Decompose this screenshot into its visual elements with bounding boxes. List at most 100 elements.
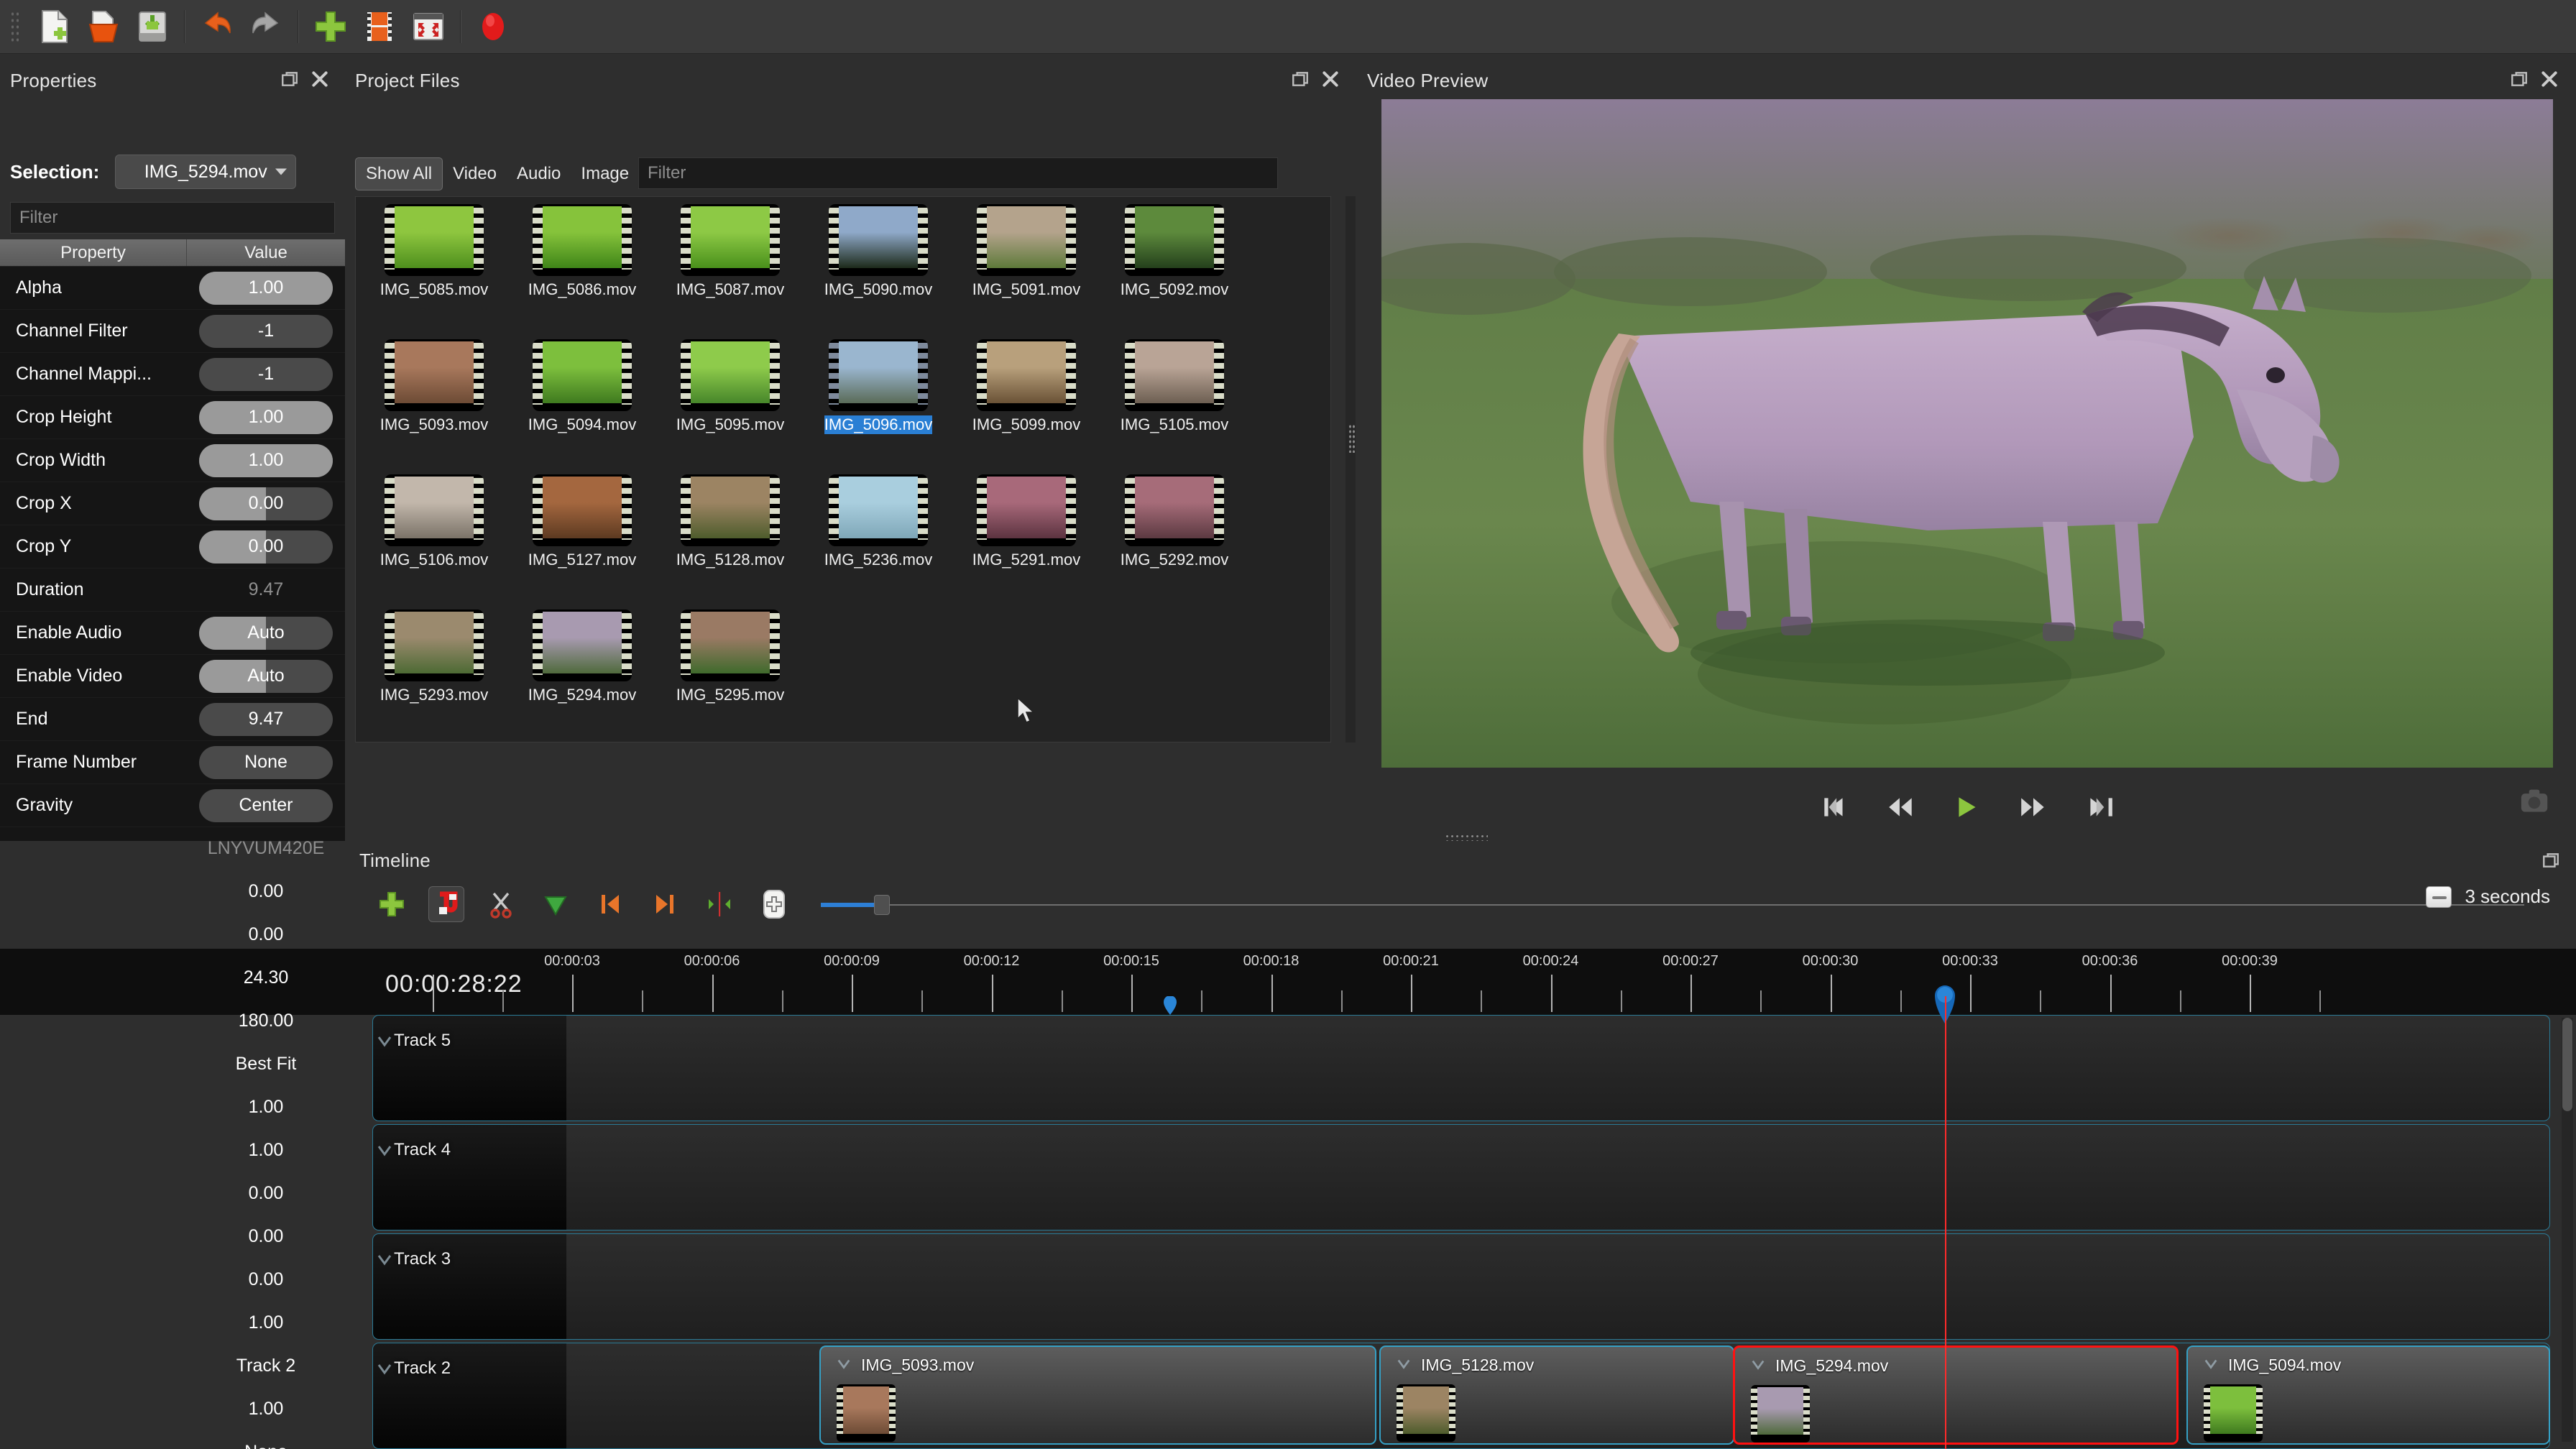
float-panel-icon[interactable]	[1291, 70, 1310, 88]
project-file-item[interactable]: IMG_5291.mov	[952, 474, 1100, 589]
import-files-button[interactable]	[306, 5, 355, 48]
project-file-item[interactable]: IMG_5091.mov	[952, 204, 1100, 319]
project-file-item[interactable]: IMG_5092.mov	[1100, 204, 1248, 319]
jump-start-button[interactable]	[1818, 792, 1852, 822]
timeline-clip[interactable]: IMG_5128.mov	[1379, 1346, 1734, 1445]
track-body[interactable]	[566, 1124, 2550, 1230]
next-marker-button[interactable]	[647, 886, 683, 922]
float-panel-icon[interactable]	[2542, 851, 2560, 870]
chevron-down-icon[interactable]	[837, 1357, 851, 1371]
snapping-button[interactable]	[428, 886, 464, 922]
close-panel-icon[interactable]	[1321, 70, 1340, 88]
timeline-clip[interactable]: IMG_5093.mov	[819, 1346, 1376, 1445]
export-video-button[interactable]	[469, 5, 518, 48]
chevron-down-icon[interactable]	[377, 1361, 392, 1377]
center-playhead-button[interactable]	[702, 886, 737, 922]
property-value-slider[interactable]: -1	[199, 314, 333, 348]
timeline-ruler[interactable]: 00:00:28:22 00:00:03 00:00:06 00:00:09 00:0…	[0, 949, 2576, 1024]
tab-audio[interactable]: Audio	[507, 158, 571, 190]
scrollbar-thumb[interactable]	[2562, 1018, 2572, 1111]
timeline-tracks: Track 5 Track 4 Track 3 Track 2 IMG_5093.mov…	[0, 1015, 2576, 1449]
property-value-slider[interactable]: Center	[199, 788, 333, 822]
project-files-scrollbar[interactable]	[1346, 196, 1356, 742]
project-file-item[interactable]: IMG_5099.mov	[952, 339, 1100, 454]
track-body[interactable]	[566, 1233, 2550, 1340]
open-project-button[interactable]	[79, 5, 128, 48]
play-button[interactable]	[1951, 792, 1984, 822]
project-file-item[interactable]: IMG_5087.mov	[656, 204, 804, 319]
project-file-item[interactable]: IMG_5292.mov	[1100, 474, 1248, 589]
property-value-slider[interactable]: 1.00	[199, 443, 333, 477]
chevron-down-icon[interactable]	[377, 1034, 392, 1049]
zoom-out-button[interactable]	[2426, 886, 2452, 908]
redo-button[interactable]	[242, 5, 290, 48]
properties-filter-input[interactable]: Filter	[10, 202, 335, 234]
property-value-slider[interactable]: 1.00	[199, 400, 333, 434]
tab-image[interactable]: Image	[571, 158, 639, 190]
jump-end-button[interactable]	[2083, 792, 2116, 822]
chevron-down-icon[interactable]	[377, 1143, 392, 1159]
project-file-item[interactable]: IMG_5295.mov	[656, 610, 804, 724]
chevron-down-icon[interactable]	[2204, 1357, 2218, 1371]
project-file-item[interactable]: IMG_5094.mov	[508, 339, 656, 454]
timeline-zoom-slider[interactable]	[821, 895, 2524, 915]
panel-splitter-handle[interactable]	[1348, 424, 1356, 453]
tab-video[interactable]: Video	[443, 158, 507, 190]
track-body[interactable]	[566, 1015, 2550, 1121]
chevron-down-icon[interactable]	[1397, 1357, 1411, 1371]
property-value-slider[interactable]: 0.00	[199, 530, 333, 564]
file-name-label: IMG_5128.mov	[676, 551, 785, 569]
property-value-slider[interactable]: -1	[199, 357, 333, 391]
razor-button[interactable]	[483, 886, 519, 922]
undo-button[interactable]	[193, 5, 242, 48]
property-value-slider[interactable]: 1.00	[199, 271, 333, 305]
project-file-item[interactable]: IMG_5127.mov	[508, 474, 656, 589]
rewind-button[interactable]	[1885, 792, 1918, 822]
project-file-item[interactable]: IMG_5085.mov	[360, 204, 508, 319]
timeline-clip[interactable]: IMG_5294.mov	[1733, 1346, 2179, 1445]
close-panel-icon[interactable]	[310, 70, 329, 88]
property-value-slider[interactable]: 9.47	[199, 702, 333, 736]
property-name: Enable Audio	[16, 622, 122, 643]
property-value-slider[interactable]: 0.00	[199, 487, 333, 520]
property-value-slider[interactable]: Auto	[199, 616, 333, 650]
float-panel-icon[interactable]	[2510, 70, 2529, 88]
project-file-item[interactable]: IMG_5106.mov	[360, 474, 508, 589]
add-track-button[interactable]	[374, 886, 410, 922]
timeline-vertical-scrollbar[interactable]	[2562, 1018, 2573, 1442]
property-row: Channel Filter -1	[0, 310, 345, 353]
float-panel-icon[interactable]	[280, 70, 299, 88]
new-project-button[interactable]	[30, 5, 79, 48]
chevron-down-icon[interactable]	[1751, 1358, 1765, 1372]
project-file-item[interactable]: IMG_5236.mov	[804, 474, 952, 589]
property-value-slider[interactable]: Auto	[199, 659, 333, 693]
add-marker-button[interactable]	[538, 886, 574, 922]
project-file-item[interactable]: IMG_5093.mov	[360, 339, 508, 454]
fast-forward-button[interactable]	[2017, 792, 2050, 822]
choose-profile-button[interactable]	[355, 5, 404, 48]
video-preview-stage[interactable]	[1381, 99, 2553, 768]
toolbar-drag-handle[interactable]	[10, 11, 22, 42]
project-file-item[interactable]: IMG_5128.mov	[656, 474, 804, 589]
previous-marker-button[interactable]	[592, 886, 628, 922]
timeline-clip[interactable]: IMG_5094.mov	[2186, 1346, 2550, 1445]
project-file-item[interactable]: IMG_5090.mov	[804, 204, 952, 319]
zoom-fit-button[interactable]	[756, 886, 792, 922]
selection-dropdown[interactable]: IMG_5294.mov	[115, 155, 297, 189]
timeline-marker[interactable]	[1162, 995, 1178, 1015]
project-file-item[interactable]: IMG_5105.mov	[1100, 339, 1248, 454]
fullscreen-button[interactable]	[404, 5, 453, 48]
tab-show-all[interactable]: Show All	[355, 157, 443, 190]
project-file-item[interactable]: IMG_5096.mov	[804, 339, 952, 454]
camera-snapshot-icon[interactable]	[2518, 787, 2550, 816]
zoom-slider-handle[interactable]	[874, 895, 890, 915]
project-file-item[interactable]: IMG_5086.mov	[508, 204, 656, 319]
chevron-down-icon[interactable]	[377, 1252, 392, 1268]
project-file-item[interactable]: IMG_5293.mov	[360, 610, 508, 724]
project-file-item[interactable]: IMG_5095.mov	[656, 339, 804, 454]
property-value-slider[interactable]: None	[199, 745, 333, 779]
close-panel-icon[interactable]	[2540, 70, 2559, 88]
save-project-button[interactable]	[128, 5, 177, 48]
project-file-item[interactable]: IMG_5294.mov	[508, 610, 656, 724]
project-files-filter-input[interactable]: Filter	[638, 157, 1278, 189]
